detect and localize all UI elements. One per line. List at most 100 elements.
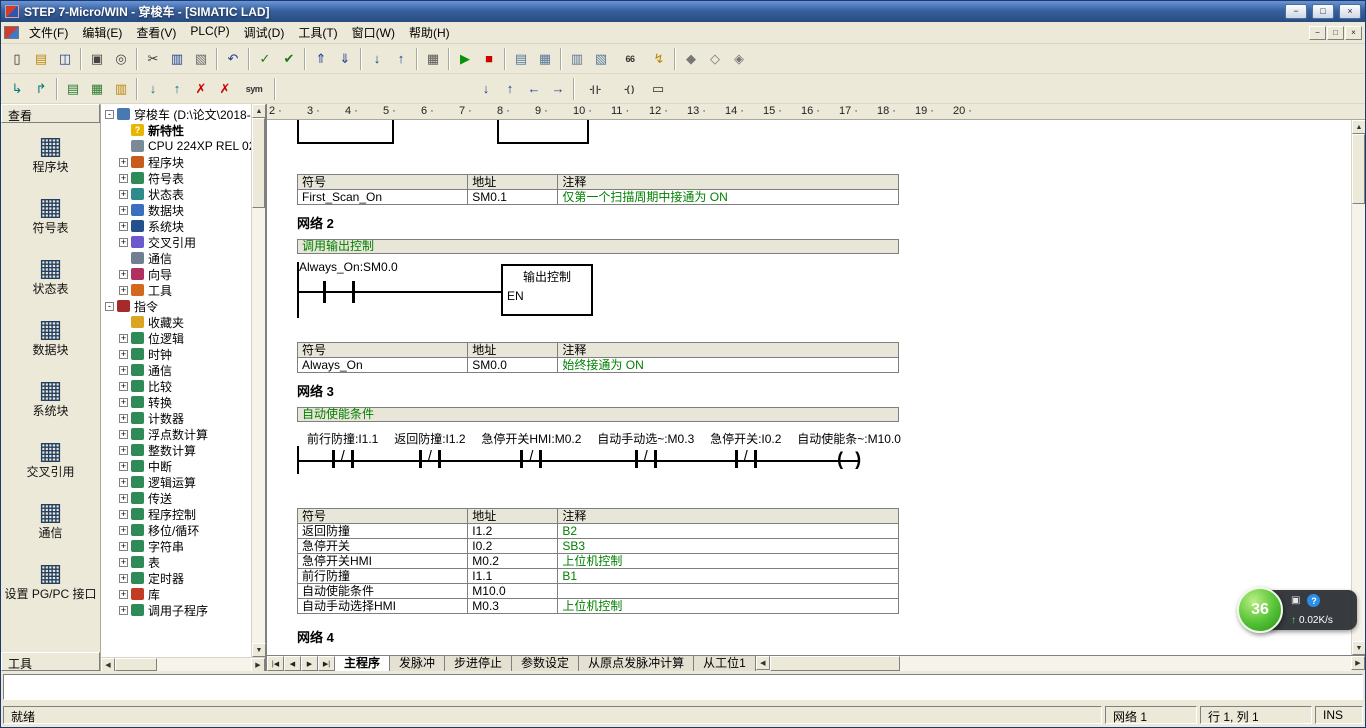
- goto-next-down-button[interactable]: ↓: [474, 77, 498, 100]
- program-tab-4[interactable]: 从原点发脉冲计算: [579, 656, 695, 671]
- sort-descending-button[interactable]: ↑: [389, 47, 413, 70]
- viewbar-item-1[interactable]: ▦ 符号表: [1, 184, 100, 245]
- tree-item-3[interactable]: + 程序块: [103, 154, 251, 170]
- minimize-button[interactable]: −: [1285, 4, 1307, 19]
- scroll-down-button[interactable]: ▼: [252, 643, 266, 657]
- camera-icon[interactable]: ▣: [1291, 595, 1300, 607]
- scroll-thumb[interactable]: [252, 118, 265, 208]
- program-tab-3[interactable]: 参数设定: [512, 656, 580, 671]
- tree-expander[interactable]: +: [119, 605, 128, 615]
- tree-item-16[interactable]: + 通信: [103, 362, 251, 378]
- scroll-track[interactable]: [769, 656, 1351, 671]
- insert-box-button[interactable]: ▭: [646, 77, 670, 100]
- network-2-comment[interactable]: 调用输出控制: [297, 239, 899, 254]
- tree-item-22[interactable]: + 中断: [103, 458, 251, 474]
- upload-button[interactable]: ⇑: [309, 47, 333, 70]
- viewbar-item-7[interactable]: ▦ 设置 PG/PC 接口: [1, 550, 100, 611]
- tree-item-11[interactable]: + 工具: [103, 282, 251, 298]
- view-symbol-table-button[interactable]: ▦: [85, 77, 109, 100]
- tree-expander[interactable]: +: [119, 189, 128, 199]
- tree-expander[interactable]: +: [119, 205, 128, 215]
- tree-expander[interactable]: +: [119, 413, 128, 423]
- tree-expander[interactable]: +: [119, 173, 128, 183]
- network-3-rung[interactable]: 前行防撞:I1.1/返回防撞:I1.2/急停开关HMI:M0.2/自动手动选~:…: [297, 430, 907, 474]
- tree-item-20[interactable]: + 浮点数计算: [103, 426, 251, 442]
- tree-expander[interactable]: +: [119, 573, 128, 583]
- bookmark-clear-button[interactable]: ◈: [727, 47, 751, 70]
- delete-network-button[interactable]: ✗: [213, 77, 237, 100]
- no-contact-element[interactable]: [323, 281, 355, 303]
- mdi-restore-button[interactable]: □: [1327, 25, 1344, 40]
- network-3-comment[interactable]: 自动使能条件: [297, 407, 899, 422]
- editor-vertical-scrollbar[interactable]: ▲ ▼: [1351, 120, 1365, 655]
- ladder-branch-up-button[interactable]: ↱: [29, 77, 53, 100]
- tree-expander[interactable]: +: [119, 365, 128, 375]
- tree-horizontal-scrollbar[interactable]: ◀ ▶: [101, 657, 265, 672]
- symbol-row[interactable]: 返回防撞 I1.2 B2: [296, 523, 899, 539]
- symbol-row[interactable]: 急停开关HMI M0.2 上位机控制: [296, 553, 899, 569]
- tree-item-14[interactable]: + 位逻辑: [103, 330, 251, 346]
- tree-expander[interactable]: +: [119, 429, 128, 439]
- tree-expander[interactable]: +: [119, 557, 128, 567]
- scroll-thumb[interactable]: [1352, 134, 1365, 204]
- network-2-rung[interactable]: Always_On:SM0.0 输出控制 EN: [297, 260, 899, 320]
- nc-contact-element[interactable]: 急停开关HMI:M0.2/: [481, 430, 581, 474]
- viewbar-item-4[interactable]: ▦ 系统块: [1, 367, 100, 428]
- menu-item-6[interactable]: 窗口(W): [345, 21, 402, 44]
- tree-expander[interactable]: -: [105, 301, 114, 311]
- scroll-left-button[interactable]: ◀: [755, 656, 770, 670]
- symbol-row[interactable]: First_Scan_On SM0.1 仅第一个扫描周期中接通为 ON: [296, 189, 899, 205]
- tree-expander[interactable]: +: [119, 445, 128, 455]
- tree-vertical-scrollbar[interactable]: ▲ ▼: [251, 104, 266, 657]
- status-table-read-button[interactable]: ▥: [565, 47, 589, 70]
- print-button[interactable]: ▣: [85, 47, 109, 70]
- viewbar-item-6[interactable]: ▦ 通信: [1, 489, 100, 550]
- goto-left-button[interactable]: ←: [522, 77, 546, 100]
- delete-row-button[interactable]: ✗: [189, 77, 213, 100]
- tab-scroll-last[interactable]: ▶|: [318, 656, 335, 671]
- tree-item-25[interactable]: + 程序控制: [103, 506, 251, 522]
- symbol-row[interactable]: Always_On SM0.0 始终接通为 ON: [296, 357, 899, 373]
- toolsbar-header[interactable]: 工具: [1, 652, 100, 671]
- tab-scroll-prev[interactable]: ◀: [284, 656, 301, 671]
- tree-item-13[interactable]: 收藏夹: [103, 314, 251, 330]
- cut-button[interactable]: ✂: [141, 47, 165, 70]
- tree-item-2[interactable]: CPU 224XP REL 02: [103, 138, 251, 154]
- bookmark-toggle-button[interactable]: ◆: [679, 47, 703, 70]
- sort-ascending-button[interactable]: ↓: [365, 47, 389, 70]
- tree-item-8[interactable]: + 交叉引用: [103, 234, 251, 250]
- program-tab-0[interactable]: 主程序: [335, 656, 391, 671]
- tree-item-27[interactable]: + 字符串: [103, 538, 251, 554]
- program-tab-2[interactable]: 步进停止: [445, 656, 513, 671]
- tree-item-17[interactable]: + 比较: [103, 378, 251, 394]
- open-folder-button[interactable]: ▤: [29, 47, 53, 70]
- tree-item-29[interactable]: + 定时器: [103, 570, 251, 586]
- tree-expander[interactable]: +: [119, 509, 128, 519]
- program-tab-1[interactable]: 发脉冲: [390, 656, 446, 671]
- tree-expander[interactable]: +: [119, 285, 128, 295]
- viewbar-header[interactable]: 查看: [1, 104, 100, 123]
- ladder-box-partial[interactable]: [497, 120, 589, 144]
- insert-coil-button[interactable]: -( ): [612, 77, 646, 100]
- insert-row-button[interactable]: ↓: [141, 77, 165, 100]
- nc-contact-element[interactable]: 急停开关:I0.2/: [710, 430, 781, 474]
- tree-item-23[interactable]: + 逻辑运算: [103, 474, 251, 490]
- tree-expander[interactable]: +: [119, 269, 128, 279]
- restore-button[interactable]: □: [1312, 4, 1334, 19]
- symbol-row[interactable]: 急停开关 I0.2 SB3: [296, 538, 899, 554]
- scroll-track[interactable]: [1352, 134, 1365, 641]
- insert-contact-button[interactable]: -| |-: [578, 77, 612, 100]
- tree-expander[interactable]: +: [119, 397, 128, 407]
- tree-item-0[interactable]: - 穿梭车 (D:\论文\2018-: [103, 106, 251, 122]
- viewbar-item-3[interactable]: ▦ 数据块: [1, 306, 100, 367]
- tab-scroll-first[interactable]: |◀: [267, 656, 284, 671]
- tree-expander[interactable]: +: [119, 477, 128, 487]
- menu-item-3[interactable]: PLC(P): [183, 21, 236, 44]
- new-file-button[interactable]: ▯: [5, 47, 29, 70]
- tree-item-9[interactable]: 通信: [103, 250, 251, 266]
- compile-all-button[interactable]: ✔: [277, 47, 301, 70]
- tree-expander[interactable]: +: [119, 381, 128, 391]
- menu-item-1[interactable]: 编辑(E): [75, 21, 129, 44]
- tree-item-30[interactable]: + 库: [103, 586, 251, 602]
- options-table-button[interactable]: ▦: [421, 47, 445, 70]
